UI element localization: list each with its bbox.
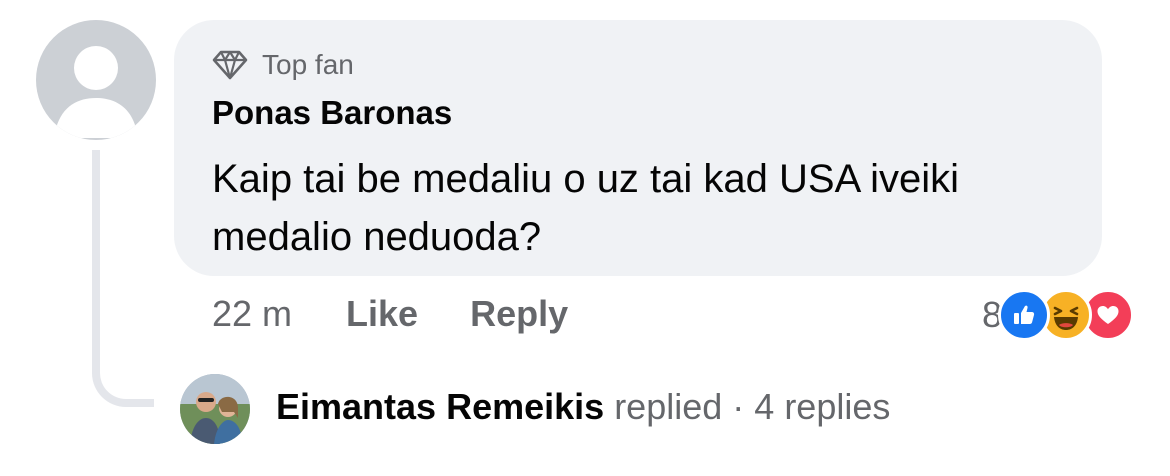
separator-dot: · [732,386,745,427]
comment-text: Kaip tai be medaliu o uz tai kad USA ive… [212,157,960,259]
like-reaction-icon [998,289,1050,341]
badge-label: Top fan [262,49,354,80]
reaction-summary[interactable]: 8 [982,289,1134,341]
replier-avatar[interactable] [180,374,250,444]
top-fan-badge[interactable]: Top fan [212,49,354,81]
replies-summary[interactable]: Eimantas Remeikis replied · 4 replies [276,386,890,428]
comment-timestamp[interactable]: 22 m [212,293,292,335]
comment-author[interactable]: Ponas Baronas [212,94,452,132]
comment-actions: 22 m Like Reply [212,293,620,335]
replies-count[interactable]: 4 replies [754,386,890,427]
commenter-avatar[interactable] [36,20,156,140]
replier-name[interactable]: Eimantas Remeikis [276,386,604,427]
replied-label: replied [614,386,723,427]
diamond-icon [212,50,248,80]
replier-photo-icon [180,374,250,444]
reply-button[interactable]: Reply [470,293,568,335]
thread-connector-line [92,150,154,407]
like-button[interactable]: Like [346,293,418,335]
default-avatar-icon [54,46,138,138]
